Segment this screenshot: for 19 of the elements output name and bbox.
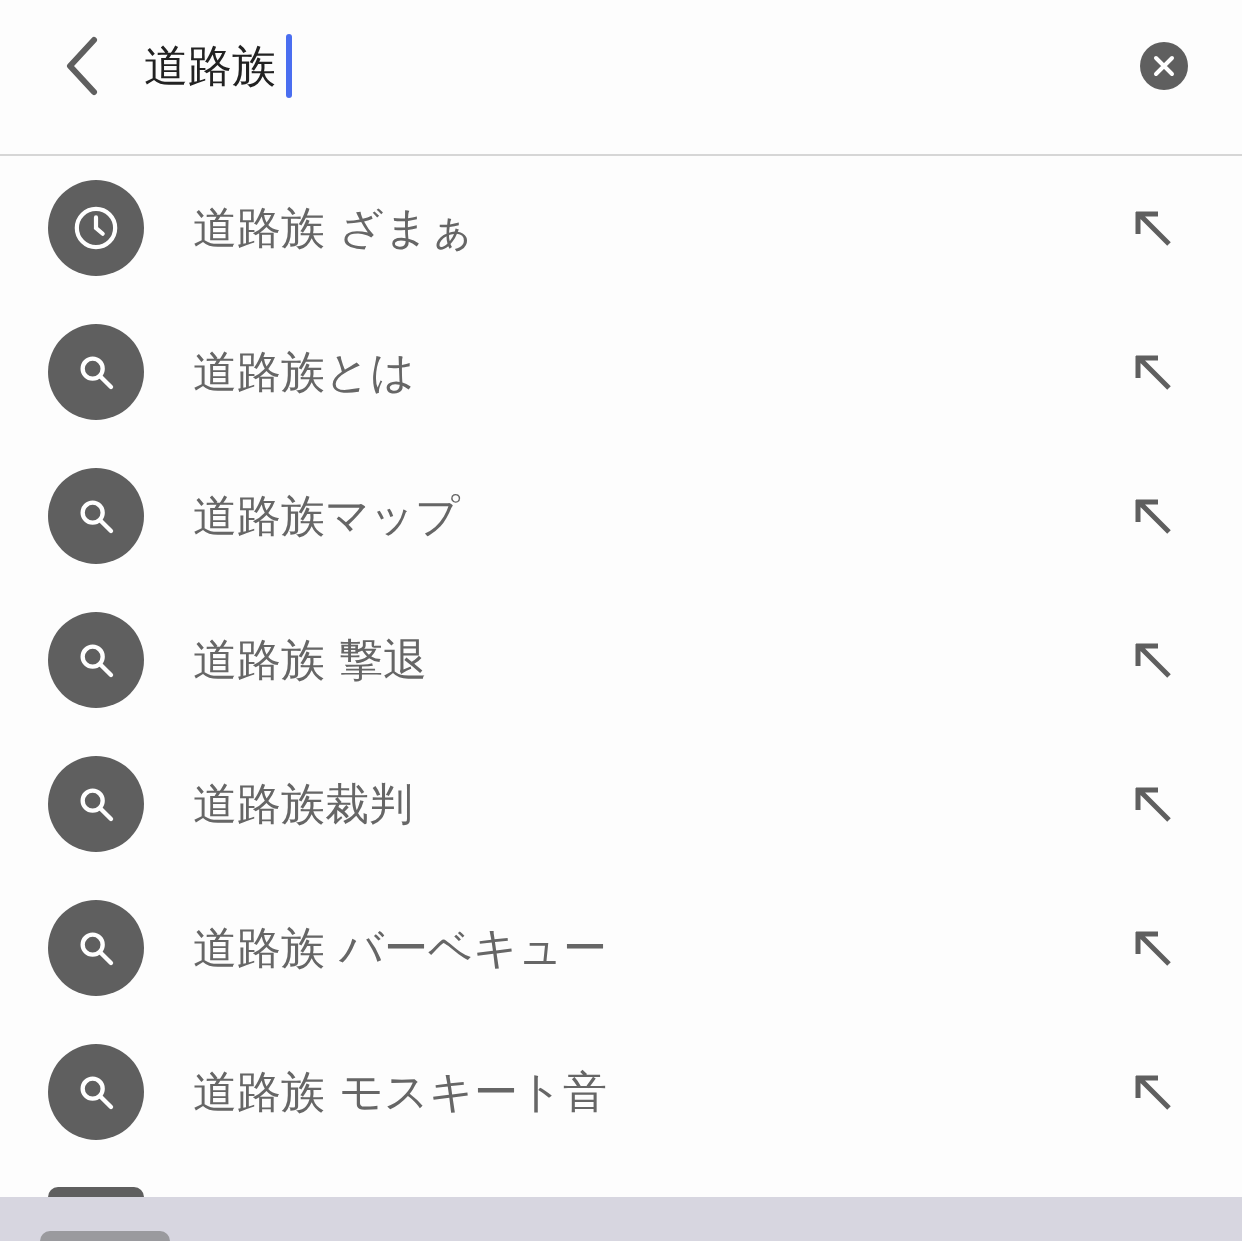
suggestion-item[interactable]: 道路族マップ <box>0 444 1242 588</box>
suggestion-item[interactable]: 道路族 モスキート音 <box>0 1020 1242 1164</box>
suggestion-item[interactable]: 道路族 バーベキュー <box>0 876 1242 1020</box>
suggestion-text: 道路族 バーベキュー <box>193 926 608 970</box>
suggestion-text: 道路族 ざまぁ <box>193 206 475 250</box>
close-icon <box>1152 54 1176 78</box>
suggestion-text: 道路族裁判 <box>193 782 414 826</box>
suggestion-item[interactable]: 道路族裁判 <box>0 732 1242 876</box>
clear-button[interactable] <box>1140 42 1188 90</box>
suggestion-text: 道路族とは <box>193 350 416 394</box>
suggestion-text: 道路族 モスキート音 <box>193 1070 608 1114</box>
suggestion-item[interactable]: 道路族 ざまぁ <box>0 156 1242 300</box>
suggestion-text: 道路族マップ <box>193 494 461 538</box>
suggestion-item[interactable]: 道路族とは <box>0 300 1242 444</box>
search-field[interactable]: 道路族 <box>144 44 276 88</box>
suggestion-item[interactable]: 道路族 撃退 <box>0 588 1242 732</box>
text-cursor <box>286 34 292 98</box>
clock-icon <box>73 205 119 251</box>
suggestion-text: 道路族 撃退 <box>193 638 428 682</box>
